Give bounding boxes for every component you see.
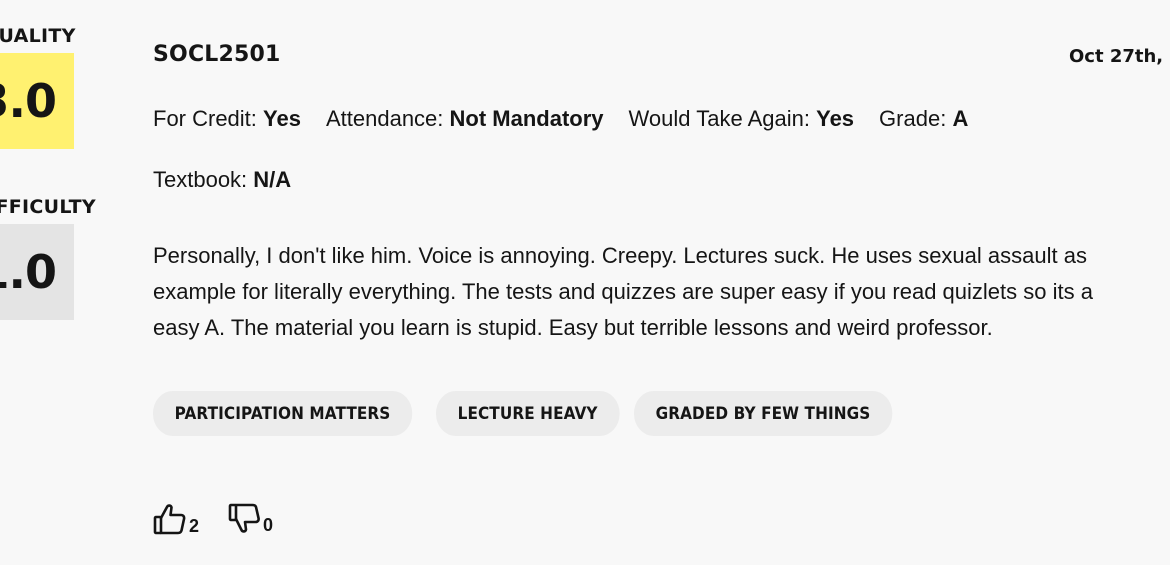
thumbs-up-icon (153, 503, 186, 535)
difficulty-score: 1.0 (0, 224, 74, 320)
review-tags: PARTICIPATION MATTERS LECTURE HEAVY GRAD… (153, 391, 945, 436)
tag-graded-by-few-things[interactable]: GRADED BY FEW THINGS (634, 391, 893, 436)
thumbs-down-count: 0 (263, 515, 274, 535)
review-date: Oct 27th, 2 (1069, 46, 1170, 67)
quality-label: QUALITY (0, 25, 76, 47)
thumbs-down-icon (228, 503, 260, 534)
meta-label: For Credit: (153, 106, 257, 131)
meta-label: Attendance: (325, 106, 444, 131)
meta-label: Textbook: (153, 167, 248, 192)
thumbs-up-count: 2 (189, 516, 200, 536)
comment-line: example for literally everything. The te… (153, 279, 1093, 304)
course-code: SOCL2501 (153, 42, 281, 67)
meta-value: Not Mandatory (449, 106, 604, 131)
comment-line: Personally, I don't like him. Voice is a… (153, 243, 1087, 268)
tag-lecture-heavy[interactable]: LECTURE HEAVY (435, 391, 619, 436)
difficulty-label: DIFFICULTY (0, 196, 96, 218)
meta-label: Would Take Again: (628, 106, 810, 131)
meta-value: Yes (263, 106, 301, 131)
thumbs-up-button[interactable]: 2 (153, 503, 200, 536)
meta-textbook: Textbook: N/A (153, 167, 291, 193)
review-meta: For Credit: Yes Attendance: Not Mandator… (153, 106, 993, 132)
thumbs-down-button[interactable]: 0 (228, 503, 274, 535)
meta-value: N/A (253, 167, 292, 192)
meta-would-take-again: Would Take Again: Yes (629, 106, 855, 132)
meta-label: Grade: (879, 106, 947, 131)
quality-score: 3.0 (0, 53, 74, 149)
meta-value: A (952, 106, 969, 131)
meta-attendance: Attendance: Not Mandatory (326, 106, 604, 132)
review-comment: Personally, I don't like him. Voice is a… (153, 238, 1093, 346)
meta-for-credit: For Credit: Yes (153, 106, 301, 132)
meta-value: Yes (816, 106, 855, 131)
comment-line: easy A. The material you learn is stupid… (153, 315, 993, 340)
meta-grade: Grade: A (879, 106, 968, 132)
tag-participation-matters[interactable]: PARTICIPATION MATTERS (153, 391, 412, 436)
